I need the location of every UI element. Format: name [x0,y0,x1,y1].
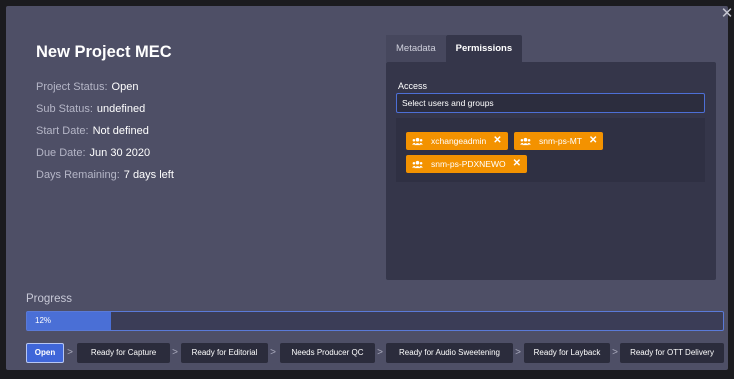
group-icon [520,137,531,145]
tab-metadata[interactable]: Metadata [386,35,446,62]
chevron-right-icon: > [515,347,521,358]
info-value: Open [111,81,139,93]
info-label: Due Date: [36,147,86,159]
group-icon [412,160,423,168]
chevron-right-icon: > [270,347,276,358]
chip-snm-ps-pdxnewo: snm-ps-PDXNEWO ✕ [406,155,528,173]
progress-bar: 12% [26,311,724,331]
chevron-right-icon: > [67,347,73,358]
remove-chip-icon[interactable]: ✕ [513,155,521,173]
info-value: Not defined [92,125,149,137]
access-label: Access [398,81,428,91]
chip-snm-ps-mt: snm-ps-MT ✕ [514,132,604,150]
remove-chip-icon[interactable]: ✕ [589,132,597,150]
chip-label: snm-ps-MT [539,136,582,146]
info-value: Jun 30 2020 [89,147,151,159]
chevron-right-icon: > [612,347,618,358]
info-label: Project Status: [36,81,108,93]
info-sub-status: Sub Status: undefined [36,98,174,120]
step-open[interactable]: Open [26,343,64,363]
page-title: New Project MEC [36,43,172,61]
info-value: 7 days left [123,169,174,181]
info-label: Sub Status: [36,103,93,115]
progress-percent: 12% [35,316,52,325]
tab-permissions[interactable]: Permissions [445,35,523,62]
group-icon [412,137,423,145]
project-modal: New Project MEC Project Status: Open Sub … [6,6,728,370]
info-due-date: Due Date: Jun 30 2020 [36,142,174,164]
info-days-remaining: Days Remaining: 7 days left [36,164,174,186]
step-ready-for-capture[interactable]: Ready for Capture [77,343,170,363]
chip-label: snm-ps-PDXNEWO [431,159,506,169]
step-needs-producer-qc[interactable]: Needs Producer QC [280,343,375,363]
remove-chip-icon[interactable]: ✕ [493,132,501,150]
chevron-right-icon: > [172,347,178,358]
selected-chips: xchangeadmin ✕ snm-ps-MT ✕ snm-ps-PDXNEW… [396,118,705,182]
chip-xchangeadmin: xchangeadmin ✕ [406,132,508,150]
step-ready-for-ott-delivery[interactable]: Ready for OTT Delivery [620,343,724,363]
step-ready-for-editorial[interactable]: Ready for Editorial [181,343,268,363]
project-info: Project Status: Open Sub Status: undefined… [36,76,174,186]
permissions-panel: Access Select users and groups xchangead… [386,62,716,280]
info-label: Start Date: [36,125,89,137]
users-groups-select[interactable]: Select users and groups [396,93,705,113]
info-label: Days Remaining: [36,169,120,181]
progress-label: Progress [26,293,73,305]
close-icon[interactable]: ✕ [720,6,734,22]
step-ready-for-layback[interactable]: Ready for Layback [524,343,610,363]
panel-tabs: Metadata Permissions [386,35,523,62]
info-value: undefined [96,103,146,115]
step-ready-for-audio-sweetening[interactable]: Ready for Audio Sweetening [386,343,513,363]
chip-label: xchangeadmin [431,136,487,146]
info-start-date: Start Date: Not defined [36,120,174,142]
info-project-status: Project Status: Open [36,76,174,98]
chevron-right-icon: > [377,347,383,358]
